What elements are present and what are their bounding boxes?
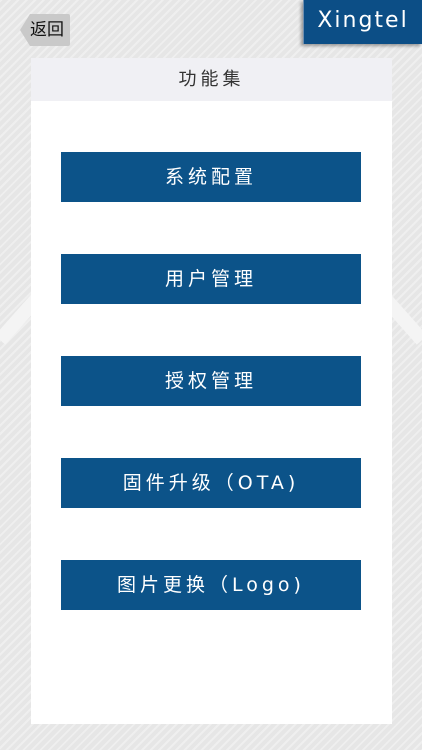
back-arrow-icon (20, 14, 30, 46)
back-button[interactable]: 返回 (20, 14, 74, 46)
system-config-button[interactable]: 系统配置 (61, 152, 361, 202)
brand-logo: Xingtel (303, 0, 422, 44)
function-menu: 系统配置 用户管理 授权管理 固件升级（OTA) 图片更换（Logo) (61, 152, 361, 662)
authorization-management-button[interactable]: 授权管理 (61, 356, 361, 406)
page-title: 功能集 (31, 58, 392, 101)
user-management-button[interactable]: 用户管理 (61, 254, 361, 304)
back-button-label: 返回 (30, 14, 70, 46)
firmware-upgrade-button[interactable]: 固件升级（OTA) (61, 458, 361, 508)
function-panel: 功能集 系统配置 用户管理 授权管理 固件升级（OTA) 图片更换（Logo) (31, 58, 392, 724)
image-replace-button[interactable]: 图片更换（Logo) (61, 560, 361, 610)
